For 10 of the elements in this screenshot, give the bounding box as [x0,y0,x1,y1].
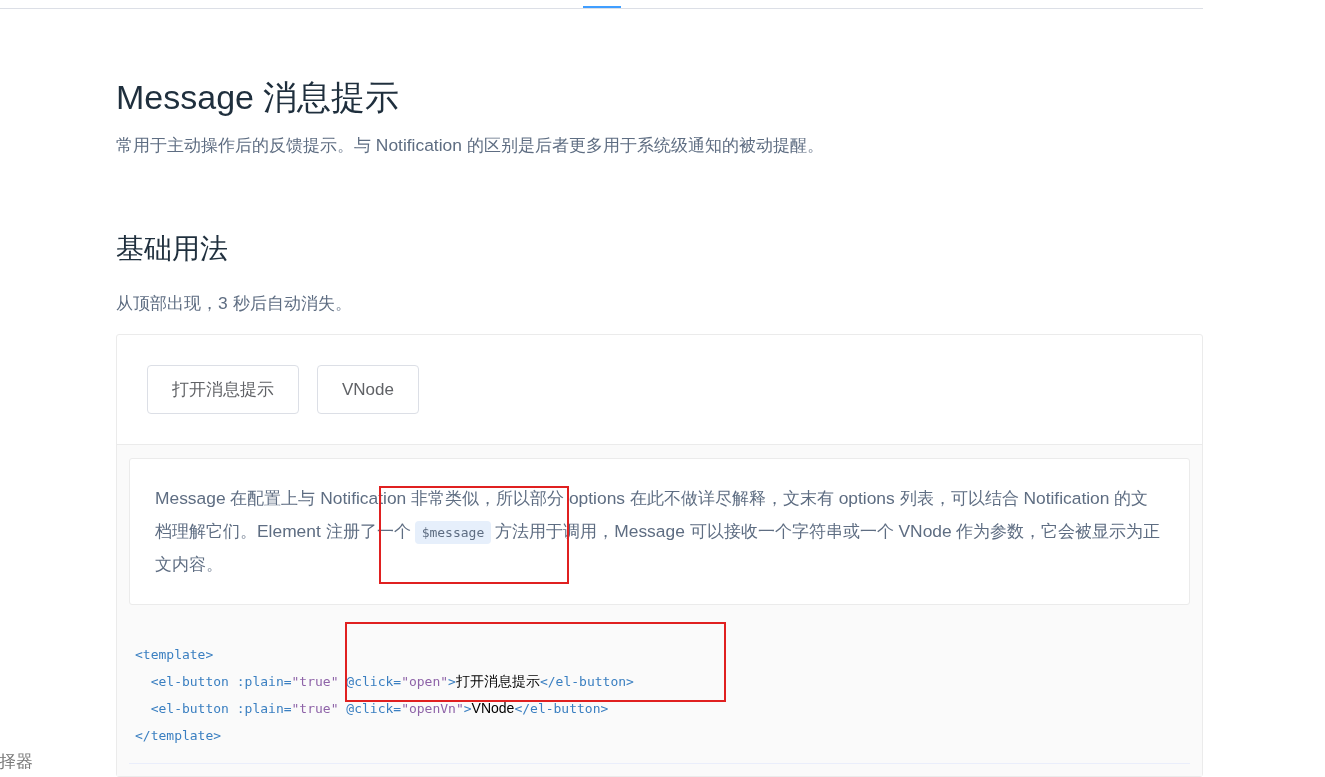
code-line: <template> [135,646,215,664]
section-title: 基础用法 [116,232,229,266]
code-line: <el-button :plain="true" @click="open">打开消息提示</el-button> [149,672,635,691]
code-line: <el-button :plain="true" @click="openVn">VNode</el-button> [149,699,610,718]
page-title: Message 消息提示 [116,77,401,118]
demo-button[interactable]: 打开消息提示 [147,365,299,414]
section-description: 从顶部出现，3 秒后自动消失。 [116,292,353,315]
code-line: </template> [135,727,223,745]
demo-button[interactable]: VNode [317,365,419,414]
page-description: 常用于主动操作后的反馈提示。与 Notification 的区别是后者更多用于系统级通知的被动提醒。 [116,134,825,157]
